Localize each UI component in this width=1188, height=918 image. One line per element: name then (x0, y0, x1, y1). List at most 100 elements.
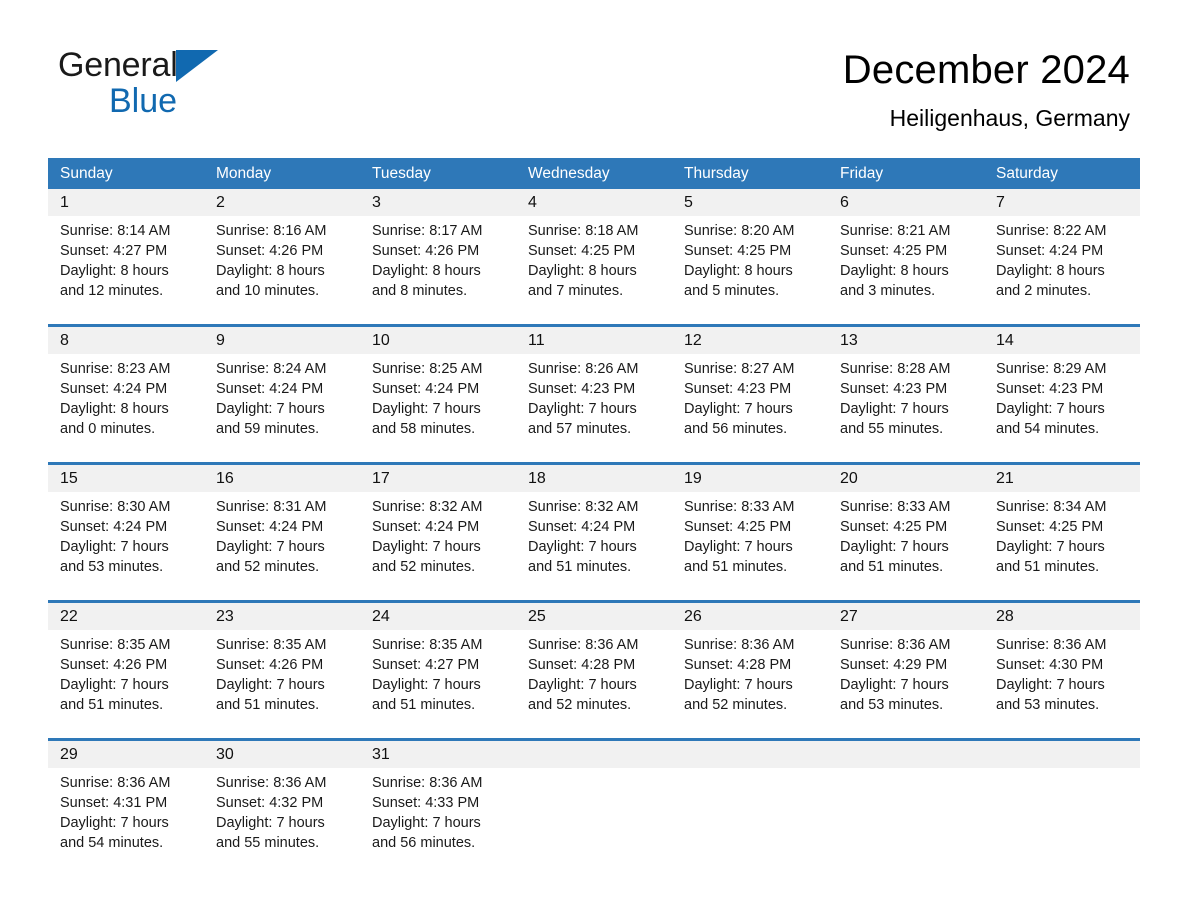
day-number[interactable]: 3 (360, 189, 516, 216)
day-number[interactable]: 13 (828, 327, 984, 354)
sunset-text: Sunset: 4:25 PM (840, 243, 948, 259)
day-cell[interactable]: Sunrise: 8:35 AM Sunset: 4:26 PM Dayligh… (48, 630, 204, 727)
sunset-text: Sunset: 4:23 PM (996, 381, 1104, 397)
daylight-text-line1: Daylight: 7 hours (840, 401, 949, 417)
day-cell[interactable]: Sunrise: 8:22 AM Sunset: 4:24 PM Dayligh… (984, 216, 1140, 313)
day-number[interactable]: 30 (204, 741, 360, 768)
day-cell[interactable]: Sunrise: 8:28 AM Sunset: 4:23 PM Dayligh… (828, 354, 984, 451)
daylight-text-line1: Daylight: 7 hours (840, 539, 949, 555)
daylight-text-line2: and 0 minutes. (60, 421, 156, 437)
day-number[interactable]: 29 (48, 741, 204, 768)
day-number[interactable]: 11 (516, 327, 672, 354)
daylight-text-line2: and 52 minutes. (216, 559, 320, 575)
sunrise-text: Sunrise: 8:21 AM (840, 223, 951, 239)
daylight-text-line1: Daylight: 7 hours (684, 401, 793, 417)
day-cell[interactable]: Sunrise: 8:17 AM Sunset: 4:26 PM Dayligh… (360, 216, 516, 313)
week-row: 29 30 31 Sunrise: 8:36 AM Sunset: 4:31 P… (48, 738, 1140, 865)
day-number[interactable]: 12 (672, 327, 828, 354)
day-cell[interactable]: Sunrise: 8:31 AM Sunset: 4:24 PM Dayligh… (204, 492, 360, 589)
day-number[interactable]: 1 (48, 189, 204, 216)
sunset-text: Sunset: 4:23 PM (684, 381, 792, 397)
sunset-text: Sunset: 4:27 PM (372, 657, 480, 673)
sunrise-text: Sunrise: 8:26 AM (528, 361, 639, 377)
daylight-text-line2: and 8 minutes. (372, 283, 468, 299)
day-number[interactable]: 5 (672, 189, 828, 216)
calendar-grid: Sunday Monday Tuesday Wednesday Thursday… (48, 158, 1140, 865)
day-number[interactable]: 17 (360, 465, 516, 492)
sunset-text: Sunset: 4:24 PM (528, 519, 636, 535)
sunset-text: Sunset: 4:29 PM (840, 657, 948, 673)
day-cell[interactable]: Sunrise: 8:34 AM Sunset: 4:25 PM Dayligh… (984, 492, 1140, 589)
day-number[interactable]: 4 (516, 189, 672, 216)
day-cell[interactable]: Sunrise: 8:35 AM Sunset: 4:26 PM Dayligh… (204, 630, 360, 727)
day-number[interactable]: 26 (672, 603, 828, 630)
day-cell[interactable]: Sunrise: 8:14 AM Sunset: 4:27 PM Dayligh… (48, 216, 204, 313)
sunset-text: Sunset: 4:33 PM (372, 795, 480, 811)
daylight-text-line2: and 51 minutes. (372, 697, 476, 713)
day-number[interactable]: 10 (360, 327, 516, 354)
sunset-text: Sunset: 4:32 PM (216, 795, 324, 811)
day-number[interactable]: 23 (204, 603, 360, 630)
daylight-text-line2: and 51 minutes. (684, 559, 788, 575)
day-number[interactable]: 14 (984, 327, 1140, 354)
day-cell[interactable]: Sunrise: 8:36 AM Sunset: 4:31 PM Dayligh… (48, 768, 204, 865)
day-cell[interactable]: Sunrise: 8:26 AM Sunset: 4:23 PM Dayligh… (516, 354, 672, 451)
day-number[interactable]: 8 (48, 327, 204, 354)
day-cell[interactable]: Sunrise: 8:18 AM Sunset: 4:25 PM Dayligh… (516, 216, 672, 313)
day-cell[interactable]: Sunrise: 8:33 AM Sunset: 4:25 PM Dayligh… (672, 492, 828, 589)
week-row: 1 2 3 4 5 6 7 Sunrise: 8:14 AM Sunset: 4… (48, 189, 1140, 313)
day-cell[interactable]: Sunrise: 8:16 AM Sunset: 4:26 PM Dayligh… (204, 216, 360, 313)
day-number[interactable]: 22 (48, 603, 204, 630)
day-cell[interactable]: Sunrise: 8:36 AM Sunset: 4:32 PM Dayligh… (204, 768, 360, 865)
day-number[interactable]: 21 (984, 465, 1140, 492)
day-number[interactable]: 15 (48, 465, 204, 492)
daylight-text-line1: Daylight: 7 hours (372, 539, 481, 555)
day-cell[interactable]: Sunrise: 8:32 AM Sunset: 4:24 PM Dayligh… (360, 492, 516, 589)
day-cell[interactable]: Sunrise: 8:36 AM Sunset: 4:29 PM Dayligh… (828, 630, 984, 727)
day-number[interactable]: 20 (828, 465, 984, 492)
daylight-text-line1: Daylight: 7 hours (372, 815, 481, 831)
sunset-text: Sunset: 4:26 PM (216, 657, 324, 673)
weekday-saturday: Saturday (996, 165, 1059, 182)
week-daynumber-band: 22 23 24 25 26 27 28 (48, 603, 1140, 630)
daylight-text-line1: Daylight: 8 hours (840, 263, 949, 279)
day-cell[interactable]: Sunrise: 8:29 AM Sunset: 4:23 PM Dayligh… (984, 354, 1140, 451)
daylight-text-line2: and 51 minutes. (216, 697, 320, 713)
day-number[interactable]: 9 (204, 327, 360, 354)
sunset-text: Sunset: 4:24 PM (372, 519, 480, 535)
day-number[interactable]: 31 (360, 741, 516, 768)
day-cell[interactable]: Sunrise: 8:36 AM Sunset: 4:33 PM Dayligh… (360, 768, 516, 865)
general-blue-logo[interactable]: General Blue (58, 48, 358, 118)
day-number[interactable]: 24 (360, 603, 516, 630)
day-number[interactable]: 6 (828, 189, 984, 216)
day-number[interactable]: 7 (984, 189, 1140, 216)
day-cell[interactable]: Sunrise: 8:21 AM Sunset: 4:25 PM Dayligh… (828, 216, 984, 313)
day-number[interactable]: 16 (204, 465, 360, 492)
day-cell[interactable]: Sunrise: 8:23 AM Sunset: 4:24 PM Dayligh… (48, 354, 204, 451)
day-cell[interactable]: Sunrise: 8:25 AM Sunset: 4:24 PM Dayligh… (360, 354, 516, 451)
day-cell[interactable]: Sunrise: 8:36 AM Sunset: 4:28 PM Dayligh… (516, 630, 672, 727)
day-cell[interactable]: Sunrise: 8:33 AM Sunset: 4:25 PM Dayligh… (828, 492, 984, 589)
day-number[interactable]: 18 (516, 465, 672, 492)
day-number[interactable]: 27 (828, 603, 984, 630)
day-cell[interactable]: Sunrise: 8:32 AM Sunset: 4:24 PM Dayligh… (516, 492, 672, 589)
day-number[interactable]: 28 (984, 603, 1140, 630)
week-detail-row: Sunrise: 8:35 AM Sunset: 4:26 PM Dayligh… (48, 630, 1140, 727)
sunrise-text: Sunrise: 8:28 AM (840, 361, 951, 377)
day-cell[interactable]: Sunrise: 8:30 AM Sunset: 4:24 PM Dayligh… (48, 492, 204, 589)
day-number[interactable]: 19 (672, 465, 828, 492)
day-number[interactable]: 25 (516, 603, 672, 630)
week-row: 15 16 17 18 19 20 21 Sunrise: 8:30 AM Su… (48, 462, 1140, 589)
weekday-sunday: Sunday (60, 165, 113, 182)
day-cell[interactable]: Sunrise: 8:27 AM Sunset: 4:23 PM Dayligh… (672, 354, 828, 451)
sunset-text: Sunset: 4:28 PM (528, 657, 636, 673)
day-cell[interactable]: Sunrise: 8:24 AM Sunset: 4:24 PM Dayligh… (204, 354, 360, 451)
daylight-text-line2: and 12 minutes. (60, 283, 164, 299)
sunset-text: Sunset: 4:24 PM (60, 519, 168, 535)
day-cell[interactable]: Sunrise: 8:36 AM Sunset: 4:30 PM Dayligh… (984, 630, 1140, 727)
day-cell[interactable]: Sunrise: 8:20 AM Sunset: 4:25 PM Dayligh… (672, 216, 828, 313)
day-number[interactable]: 2 (204, 189, 360, 216)
day-cell[interactable]: Sunrise: 8:36 AM Sunset: 4:28 PM Dayligh… (672, 630, 828, 727)
sunrise-text: Sunrise: 8:27 AM (684, 361, 795, 377)
day-cell[interactable]: Sunrise: 8:35 AM Sunset: 4:27 PM Dayligh… (360, 630, 516, 727)
